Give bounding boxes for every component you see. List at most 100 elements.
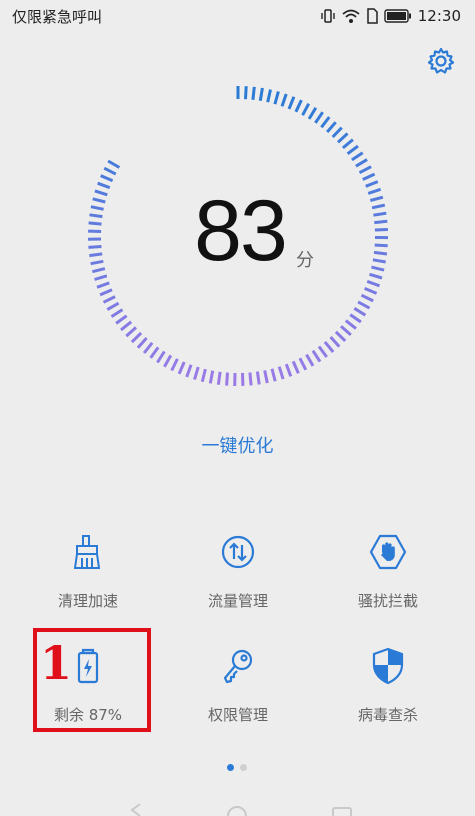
dial-tick bbox=[136, 336, 148, 349]
dial-tick bbox=[355, 158, 368, 168]
dial-tick bbox=[91, 267, 106, 274]
dial-tick bbox=[329, 335, 341, 348]
dial-tick bbox=[142, 341, 154, 354]
vibrate-icon bbox=[320, 8, 336, 24]
page-dot[interactable] bbox=[240, 764, 247, 771]
dial-tick bbox=[280, 93, 288, 107]
key-icon bbox=[218, 646, 258, 686]
dial-tick bbox=[255, 371, 261, 385]
tool-label: 流量管理 bbox=[207, 592, 268, 610]
dial-tick bbox=[346, 144, 359, 156]
dial-tick bbox=[317, 345, 328, 358]
dial-tick bbox=[270, 368, 277, 382]
dial-tick bbox=[248, 372, 253, 386]
dial-tick bbox=[103, 166, 117, 176]
dial-tick bbox=[307, 107, 318, 120]
dial-tick bbox=[92, 197, 106, 204]
dial-tick bbox=[156, 350, 166, 364]
dial-tick bbox=[263, 370, 269, 384]
dial-tick bbox=[96, 281, 110, 289]
dial-tick bbox=[291, 360, 300, 374]
tool-permissions[interactable]: 权限管理 bbox=[168, 640, 308, 740]
dial-tick bbox=[372, 258, 386, 264]
dial-tick bbox=[170, 358, 179, 372]
dial-tick bbox=[340, 325, 352, 337]
dial-tick bbox=[88, 221, 102, 226]
dial-tick bbox=[287, 96, 296, 110]
dial-tick bbox=[177, 361, 186, 375]
dial-tick bbox=[374, 219, 388, 225]
tool-label: 清理加速 bbox=[57, 592, 118, 610]
sim-icon bbox=[366, 8, 378, 24]
dial-tick bbox=[371, 265, 385, 272]
dial-tick bbox=[374, 243, 388, 248]
dial-tick bbox=[266, 89, 272, 103]
dial-tick bbox=[326, 121, 337, 133]
dial-tick bbox=[349, 313, 362, 324]
dial-tick bbox=[94, 274, 108, 281]
dial-tick bbox=[216, 371, 222, 385]
dial-tick bbox=[351, 151, 364, 162]
dial-tick bbox=[373, 211, 387, 217]
dial-tick bbox=[88, 245, 102, 249]
annotation-number: 1 bbox=[40, 636, 73, 690]
dial-tick bbox=[200, 368, 207, 383]
dial-tick bbox=[284, 363, 293, 377]
dial-tick bbox=[305, 353, 315, 367]
status-bar: 仅限紧急呼叫 12:30 bbox=[0, 0, 475, 32]
dial-tick bbox=[367, 187, 382, 195]
data-traffic-icon bbox=[218, 532, 258, 572]
dial-tick bbox=[89, 213, 103, 219]
dial-tick bbox=[208, 370, 215, 384]
dial-tick bbox=[115, 314, 128, 325]
tool-harassment-block[interactable]: 骚扰拦截 bbox=[318, 526, 458, 626]
page-dot-active[interactable] bbox=[227, 764, 234, 771]
dial-tick bbox=[89, 252, 103, 258]
dial-tick bbox=[100, 174, 114, 183]
dial-tick bbox=[334, 330, 347, 342]
tool-label: 骚扰拦截 bbox=[357, 592, 418, 610]
dial-tick bbox=[364, 287, 378, 295]
dial-tick bbox=[294, 99, 303, 113]
dial-tick bbox=[273, 91, 280, 105]
dial-tick bbox=[360, 293, 374, 303]
dial-tick bbox=[314, 111, 324, 124]
dial-tick bbox=[185, 364, 193, 378]
tool-cleanup[interactable]: 清理加速 bbox=[18, 526, 158, 626]
carrier-text: 仅限紧急呼叫 bbox=[12, 7, 103, 26]
dial-tick bbox=[301, 102, 311, 116]
dial-tick bbox=[244, 86, 248, 100]
dial-tick bbox=[341, 138, 354, 150]
score-unit: 分 bbox=[296, 250, 314, 271]
dial-tick bbox=[353, 307, 367, 317]
dial-tick bbox=[130, 331, 143, 344]
dial-tick bbox=[251, 86, 256, 100]
dial-tick bbox=[357, 300, 371, 310]
dial-tick bbox=[102, 295, 116, 304]
dial-tick bbox=[90, 259, 104, 266]
score-value: 83 bbox=[194, 183, 288, 279]
broom-icon bbox=[68, 532, 108, 572]
dial-tick bbox=[149, 346, 160, 359]
dial-tick bbox=[336, 132, 349, 144]
shield-icon bbox=[368, 646, 408, 686]
dial-tick bbox=[258, 87, 264, 102]
dial-tick bbox=[365, 180, 379, 188]
block-hand-icon bbox=[368, 532, 408, 572]
dial-tick bbox=[374, 228, 388, 232]
one-click-optimize-button[interactable]: 一键优化 bbox=[170, 428, 305, 462]
dial-tick bbox=[106, 301, 120, 311]
tool-data-traffic[interactable]: 流量管理 bbox=[168, 526, 308, 626]
dial-tick bbox=[120, 320, 133, 332]
dial-tick bbox=[362, 172, 376, 181]
dial-tick bbox=[277, 366, 285, 380]
dial-tick bbox=[320, 116, 331, 129]
dial-tick bbox=[371, 203, 386, 210]
home-icon bbox=[227, 806, 247, 816]
dial-tick bbox=[366, 279, 381, 288]
tool-virus-scan[interactable]: 病毒查杀 bbox=[318, 640, 458, 740]
dial-tick bbox=[97, 181, 111, 190]
dial-tick bbox=[125, 326, 138, 338]
tool-label: 权限管理 bbox=[207, 706, 268, 724]
battery-icon bbox=[384, 9, 412, 23]
